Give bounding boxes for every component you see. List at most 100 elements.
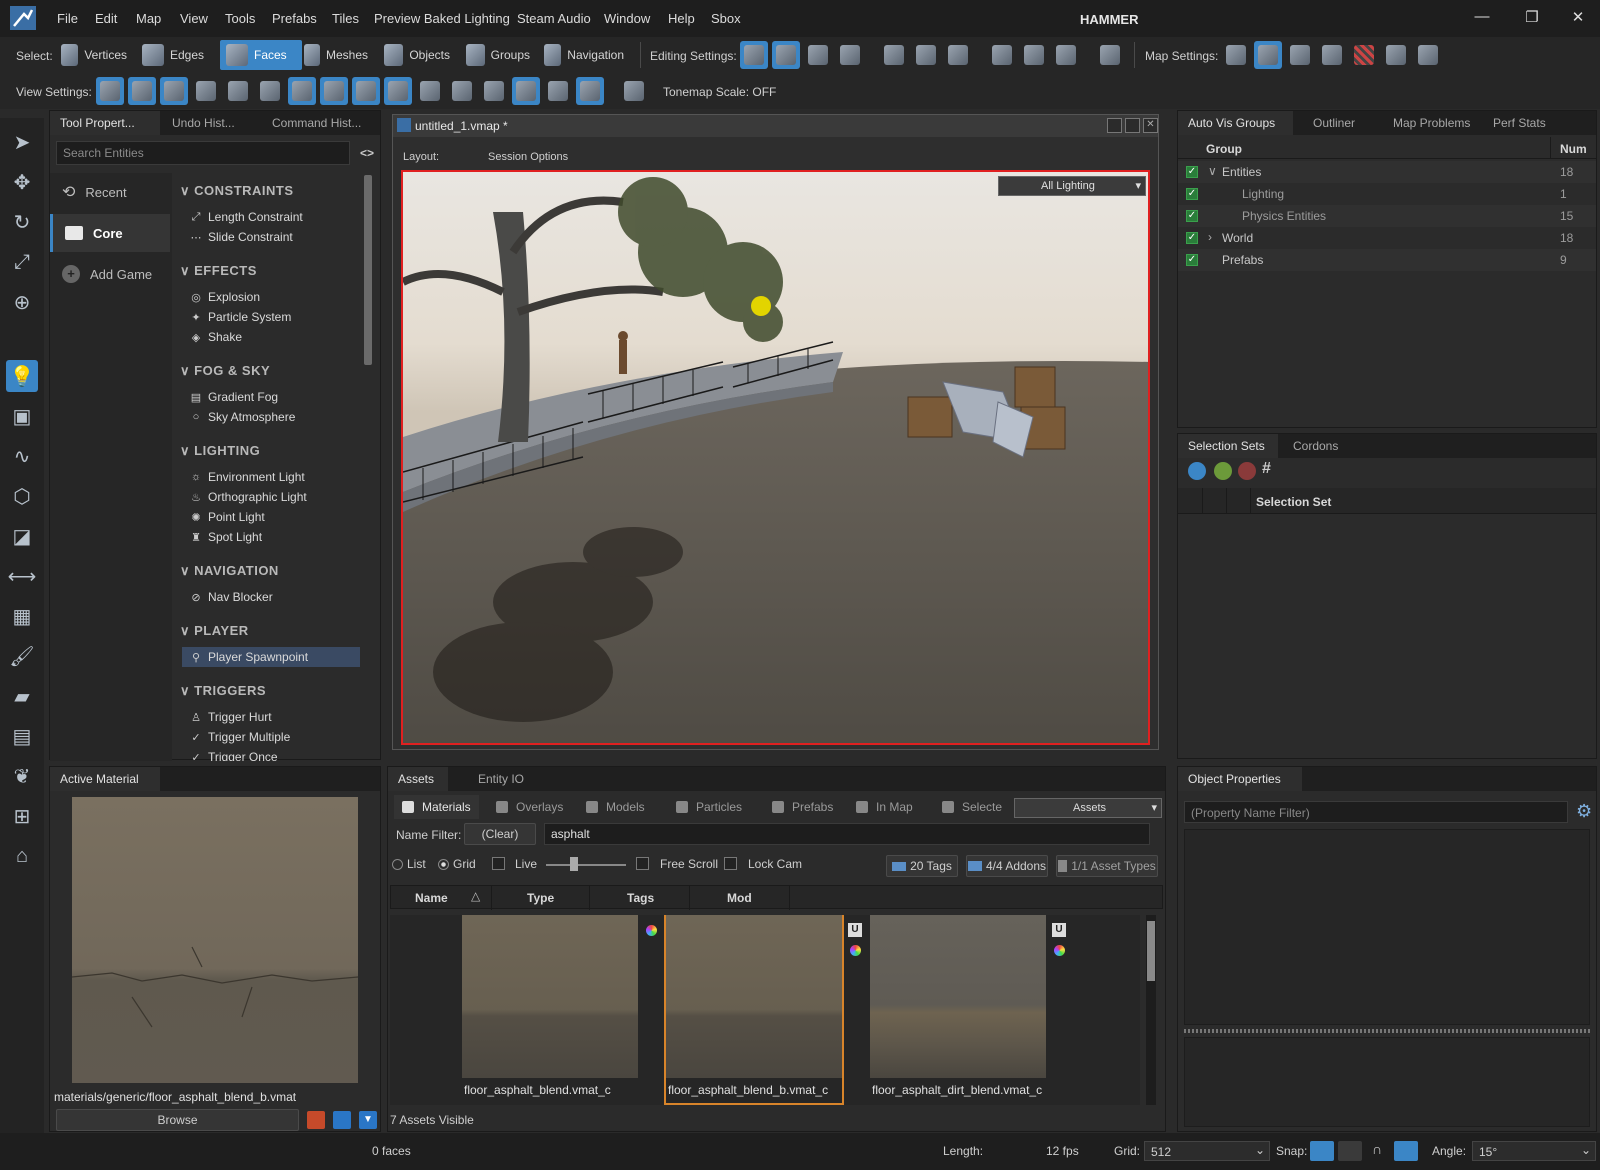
select-mode-navigation[interactable]: Navigation	[538, 40, 630, 70]
edit-setting-button-1[interactable]	[880, 41, 908, 69]
view-toggle-tape[interactable]	[416, 77, 444, 105]
material-tool-button[interactable]: ▦	[6, 600, 38, 632]
section-header[interactable]: ∨ CONSTRAINTS	[180, 183, 294, 199]
view-toggle-box-alt[interactable]	[320, 77, 348, 105]
lighting-mode-dropdown[interactable]: All Lighting ▾	[998, 176, 1146, 196]
col-tags[interactable]: Tags	[627, 891, 654, 905]
tonemap-button[interactable]	[620, 77, 648, 105]
menu-window[interactable]: Window	[604, 11, 650, 26]
vis-group-row[interactable]: ✓ ∨ Entities 18	[1178, 161, 1596, 183]
menu-sbox[interactable]: Sbox	[711, 11, 741, 26]
vis-group-row[interactable]: ✓ Prefabs 9	[1178, 249, 1596, 271]
map-setting-button-4[interactable]	[1318, 41, 1346, 69]
expander-icon[interactable]: ∨	[1208, 164, 1217, 178]
view-toggle-crate[interactable]	[160, 77, 188, 105]
view-toggle-sound[interactable]	[256, 77, 284, 105]
scale-tool-button[interactable]: ⤢	[6, 246, 38, 278]
edit-setting-button-2[interactable]	[912, 41, 940, 69]
splitter-handle[interactable]	[1184, 1029, 1590, 1033]
session-options-dropdown[interactable]: Session Options	[488, 151, 568, 163]
category-add-game[interactable]: + Add Game	[50, 255, 170, 293]
eye-gear-icon[interactable]	[1188, 462, 1206, 480]
visibility-checkbox[interactable]: ✓	[1186, 188, 1198, 200]
stack-tool-button[interactable]: ▤	[6, 720, 38, 752]
grid-view-radio[interactable]: Grid	[438, 857, 476, 871]
snap-grid-toggle[interactable]	[1310, 1141, 1334, 1161]
select-mode-vertices[interactable]: Vertices	[55, 40, 133, 70]
rotate-tool-button[interactable]: ↻	[6, 206, 38, 238]
view-toggle-character[interactable]	[128, 77, 156, 105]
section-header[interactable]: ∨ TRIGGERS	[180, 683, 266, 699]
asset-tab-selecte[interactable]: Selecte	[934, 795, 1010, 819]
view-toggle-runner[interactable]	[448, 77, 476, 105]
entity-point-light[interactable]: ✺ Point Light	[182, 507, 360, 527]
clip-tool-button[interactable]: ◪	[6, 520, 38, 552]
angle-snap-toggle[interactable]	[1394, 1141, 1418, 1161]
col-name[interactable]: Name	[415, 891, 448, 905]
entity-gradient-fog[interactable]: ▤ Gradient Fog	[182, 387, 360, 407]
menu-tools[interactable]: Tools	[225, 11, 255, 26]
apply-material-icon[interactable]	[307, 1111, 325, 1129]
remove-selection-icon[interactable]	[1238, 462, 1256, 480]
entity-scrollbar[interactable]	[364, 175, 372, 365]
asset-item[interactable]: floor_asphalt_blend.vmat_c	[462, 915, 657, 1103]
name-filter-input[interactable]: asphalt	[544, 823, 1150, 845]
angle-dropdown[interactable]: 15° ⌄	[1472, 1141, 1596, 1161]
magnet-icon[interactable]: ∩	[1372, 1141, 1382, 1157]
list-view-radio[interactable]: List	[392, 857, 426, 871]
tab-entity-io[interactable]: Entity IO	[468, 767, 534, 791]
asset-scrollbar[interactable]	[1146, 915, 1156, 1105]
entity-spot-light[interactable]: ♜ Spot Light	[182, 527, 360, 547]
section-header[interactable]: ∨ FOG & SKY	[180, 363, 270, 379]
property-filter-input[interactable]: (Property Name Filter)	[1184, 801, 1568, 823]
select-mode-faces[interactable]: Faces	[220, 40, 302, 70]
asset-source-dropdown[interactable]: Assets ▾	[1014, 798, 1162, 818]
foliage-tool-button[interactable]: ❦	[6, 760, 38, 792]
asset-item[interactable]: floor_asphalt_blend_b.vmat_c U	[664, 915, 862, 1105]
view-toggle-eye-flame[interactable]	[512, 77, 540, 105]
menu-tiles[interactable]: Tiles	[332, 11, 359, 26]
pivot-toggle[interactable]	[772, 41, 800, 69]
tab-object-properties[interactable]: Object Properties	[1178, 767, 1302, 791]
col-group[interactable]: Group	[1206, 142, 1242, 156]
chevron-down-icon[interactable]: ▼	[359, 1111, 377, 1129]
section-header[interactable]: ∨ LIGHTING	[180, 443, 260, 459]
entity-explosion[interactable]: ◎ Explosion	[182, 287, 360, 307]
tab-selection-sets[interactable]: Selection Sets	[1178, 434, 1278, 458]
tab-perf-stats[interactable]: Perf Stats	[1483, 111, 1556, 135]
map-setting-button-5[interactable]	[1350, 41, 1378, 69]
tab-command-history[interactable]: Command Hist...	[262, 111, 380, 135]
thumbnail-size-slider[interactable]	[546, 857, 626, 871]
entity-tool-button[interactable]: 💡	[6, 360, 38, 392]
view-toggle-bulb[interactable]	[192, 77, 220, 105]
visibility-checkbox[interactable]: ✓	[1186, 210, 1198, 222]
entity-trigger-multiple[interactable]: ✓ Trigger Multiple	[182, 727, 360, 747]
paint-tool-button[interactable]: 🖌	[6, 640, 38, 672]
edit-setting-button-3[interactable]	[944, 41, 972, 69]
view-toggle-ruler[interactable]	[384, 77, 412, 105]
tab-assets[interactable]: Assets	[388, 767, 448, 791]
select-mode-meshes[interactable]: Meshes	[298, 40, 374, 70]
category-core[interactable]: Core	[50, 214, 170, 252]
entity-nav-blocker[interactable]: ⊘ Nav Blocker	[182, 587, 360, 607]
select-mode-groups[interactable]: Groups	[460, 40, 536, 70]
hammer-tool-button[interactable]: ⌂	[6, 840, 38, 872]
visibility-checkbox[interactable]: ✓	[1186, 166, 1198, 178]
maximize-button[interactable]: ❐	[1522, 8, 1542, 28]
slider-handle[interactable]	[570, 857, 578, 871]
menu-prefabs[interactable]: Prefabs	[272, 11, 317, 26]
tab-map-problems[interactable]: Map Problems	[1383, 111, 1480, 135]
asset-tab-particles[interactable]: Particles	[668, 795, 750, 819]
live-checkbox[interactable]	[492, 857, 505, 870]
edit-setting-button-5[interactable]	[1020, 41, 1048, 69]
browse-button[interactable]: Browse	[56, 1109, 299, 1131]
vis-group-row[interactable]: ✓ › World 18	[1178, 227, 1596, 249]
addons-filter-button[interactable]: 4/4 Addons	[966, 855, 1048, 877]
section-header[interactable]: ∨ EFFECTS	[180, 263, 257, 279]
map-setting-button-7[interactable]	[1414, 41, 1442, 69]
map-setting-button-1[interactable]	[1222, 41, 1250, 69]
select-mode-edges[interactable]: Edges	[136, 40, 214, 70]
entity-length-constraint[interactable]: ⤢ Length Constraint	[182, 207, 360, 227]
entity-particle-system[interactable]: ✦ Particle System	[182, 307, 360, 327]
pick-material-icon[interactable]	[333, 1111, 351, 1129]
